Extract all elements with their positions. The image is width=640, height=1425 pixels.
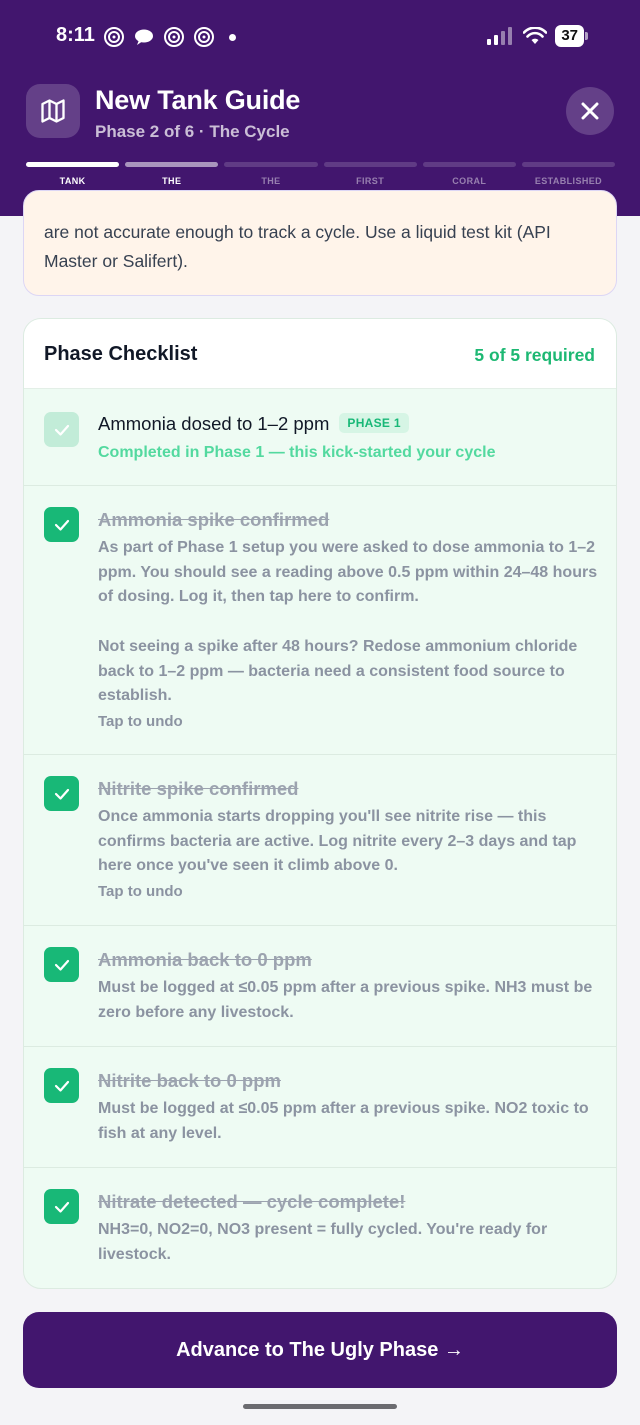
fingerprint-icon	[194, 27, 214, 47]
messages-icon	[135, 29, 153, 45]
checklist-header: Phase Checklist 5 of 5 required	[24, 319, 616, 389]
battery-level: 37	[555, 25, 588, 47]
item-description: Must be logged at ≤0.05 ppm after a prev…	[98, 1100, 589, 1142]
phase-step[interactable]: THE	[125, 162, 219, 186]
item-description: NH3=0, NO2=0, NO3 present = fully cycled…	[98, 1221, 548, 1263]
item-description: Completed in Phase 1 — this kick-started…	[98, 444, 496, 461]
checklist-item[interactable]: Nitrate detected — cycle complete! NH3=0…	[24, 1168, 616, 1288]
phase-step[interactable]: ESTABLISHED	[521, 162, 616, 186]
test-kit-note-text: are not accurate enough to track a cycle…	[44, 222, 551, 271]
phase-step[interactable]: FIRST	[323, 162, 417, 186]
item-title: Nitrite back to 0 ppm	[98, 1070, 281, 1091]
system-indicators: 37	[487, 25, 588, 47]
item-title: Ammonia dosed to 1–2 ppm PHASE 1	[98, 413, 409, 435]
check-icon	[54, 1080, 69, 1092]
item-description: Once ammonia starts dropping you'll see …	[98, 808, 577, 875]
check-icon	[54, 959, 69, 971]
item-title: Ammonia back to 0 ppm	[98, 949, 312, 970]
phase-progress: TANK THE THE FIRST CORAL ESTABLISHED	[26, 162, 616, 186]
advance-phase-button[interactable]: Advance to The Ugly Phase →	[23, 1312, 617, 1388]
status-bar: 8:11 37	[0, 22, 640, 52]
phase-step[interactable]: THE	[224, 162, 318, 186]
checklist-item[interactable]: Ammonia spike confirmed As part of Phase…	[24, 486, 616, 755]
phase-subtitle: Phase 2 of 6 · The Cycle	[95, 122, 290, 141]
check-icon	[54, 1201, 69, 1213]
checklist-item[interactable]: Ammonia back to 0 ppm Must be logged at …	[24, 926, 616, 1047]
checkbox-checked[interactable]	[44, 1189, 79, 1224]
checkbox-checked[interactable]	[44, 776, 79, 811]
app-header: 8:11 37 New Tank Guide Phase 2 of 6 · Th…	[0, 0, 640, 216]
home-indicator[interactable]	[243, 1404, 397, 1409]
notification-icons	[103, 26, 236, 48]
checklist-item: Ammonia dosed to 1–2 ppm PHASE 1 Complete…	[24, 389, 616, 486]
fingerprint-icon	[104, 27, 124, 47]
phase-step[interactable]: CORAL	[422, 162, 516, 186]
wifi-icon	[523, 27, 548, 44]
checklist-title: Phase Checklist	[44, 343, 198, 365]
checklist-count: 5 of 5 required	[474, 345, 595, 365]
checkbox-locked	[44, 412, 79, 447]
item-description-extra: Not seeing a spike after 48 hours? Redos…	[98, 638, 578, 705]
checkbox-checked[interactable]	[44, 507, 79, 542]
item-description: Must be logged at ≤0.05 ppm after a prev…	[98, 979, 593, 1021]
item-title: Nitrite spike confirmed	[98, 778, 299, 799]
close-icon	[581, 102, 599, 120]
more-notifications-dot	[229, 33, 236, 41]
check-icon	[54, 424, 69, 436]
status-time: 8:11	[56, 24, 95, 46]
check-icon	[54, 519, 69, 531]
checklist-item[interactable]: Nitrite back to 0 ppm Must be logged at …	[24, 1047, 616, 1168]
map-button[interactable]	[26, 84, 80, 138]
item-description: As part of Phase 1 setup you were asked …	[98, 539, 598, 606]
phase-badge: PHASE 1	[339, 413, 409, 433]
check-icon	[54, 788, 69, 800]
item-title: Nitrate detected — cycle complete!	[98, 1191, 406, 1212]
undo-link[interactable]: Tap to undo	[98, 713, 183, 730]
checklist-item[interactable]: Nitrite spike confirmed Once ammonia sta…	[24, 755, 616, 926]
checkbox-checked[interactable]	[44, 1068, 79, 1103]
checkbox-checked[interactable]	[44, 947, 79, 982]
fingerprint-icon	[164, 27, 184, 47]
undo-link[interactable]: Tap to undo	[98, 883, 183, 900]
page-title: New Tank Guide	[95, 85, 301, 115]
map-icon	[41, 99, 65, 123]
phase-step[interactable]: TANK	[26, 162, 120, 186]
phase-checklist: Phase Checklist 5 of 5 required Ammonia …	[23, 318, 617, 1289]
item-title: Ammonia spike confirmed	[98, 509, 330, 530]
close-button[interactable]	[566, 87, 614, 135]
signal-icon	[487, 27, 513, 45]
